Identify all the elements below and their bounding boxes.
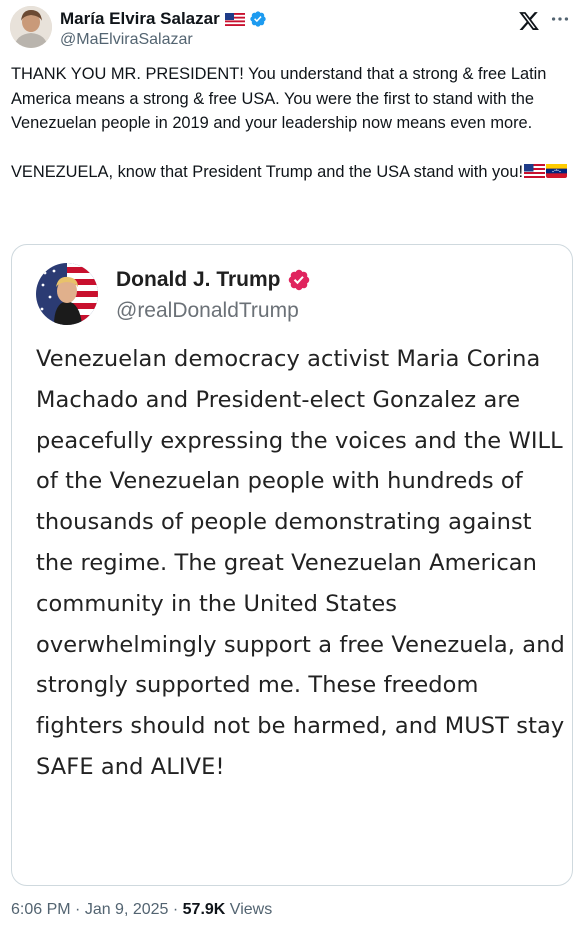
us-flag-icon [524, 161, 546, 178]
quoted-display-name[interactable]: Donald J. Trump [116, 268, 281, 292]
views-label: Views [225, 901, 273, 918]
post-date[interactable]: Jan 9, 2025 [85, 901, 169, 919]
avatar[interactable] [10, 6, 52, 48]
tweet-meta: 6:06 PM · Jan 9, 2025 · 57.9K Views [11, 901, 272, 919]
quoted-author-names: Donald J. Trump @realDonaldTrump [116, 265, 311, 323]
meta-separator: · [168, 901, 183, 918]
venezuela-flag-icon [546, 161, 568, 178]
more-options-icon[interactable] [548, 8, 572, 32]
x-logo-icon[interactable] [518, 10, 540, 32]
us-flag-icon [224, 12, 245, 26]
tweet: María Elvira Salazar @MaElviraSalazar TH… [0, 0, 584, 934]
views-count: 57.9K [182, 901, 226, 918]
author-display-name[interactable]: María Elvira Salazar [60, 9, 220, 29]
quoted-post-card[interactable]: Donald J. Trump @realDonaldTrump Venezue… [11, 244, 573, 886]
tweet-paragraph-with-flags: VENEZUELA, know that President Trump and… [11, 160, 571, 185]
post-time[interactable]: 6:06 PM [11, 901, 71, 919]
tweet-paragraph: VENEZUELA, know that President Trump and… [11, 162, 524, 181]
tweet-paragraph: THANK YOU MR. PRESIDENT! You understand … [11, 65, 547, 132]
meta-separator: · [70, 901, 85, 918]
author-names: María Elvira Salazar @MaElviraSalazar [60, 8, 267, 49]
quoted-avatar[interactable] [36, 263, 98, 325]
quoted-post-text: Venezuelan democracy activist Maria Cori… [36, 346, 565, 780]
author-handle[interactable]: @MaElviraSalazar [60, 31, 267, 49]
tweet-header: María Elvira Salazar @MaElviraSalazar [10, 6, 574, 50]
tweet-text: THANK YOU MR. PRESIDENT! You understand … [11, 62, 571, 184]
quoted-handle[interactable]: @realDonaldTrump [116, 299, 311, 323]
verified-badge-icon [287, 268, 311, 292]
verified-badge-icon [249, 10, 267, 28]
